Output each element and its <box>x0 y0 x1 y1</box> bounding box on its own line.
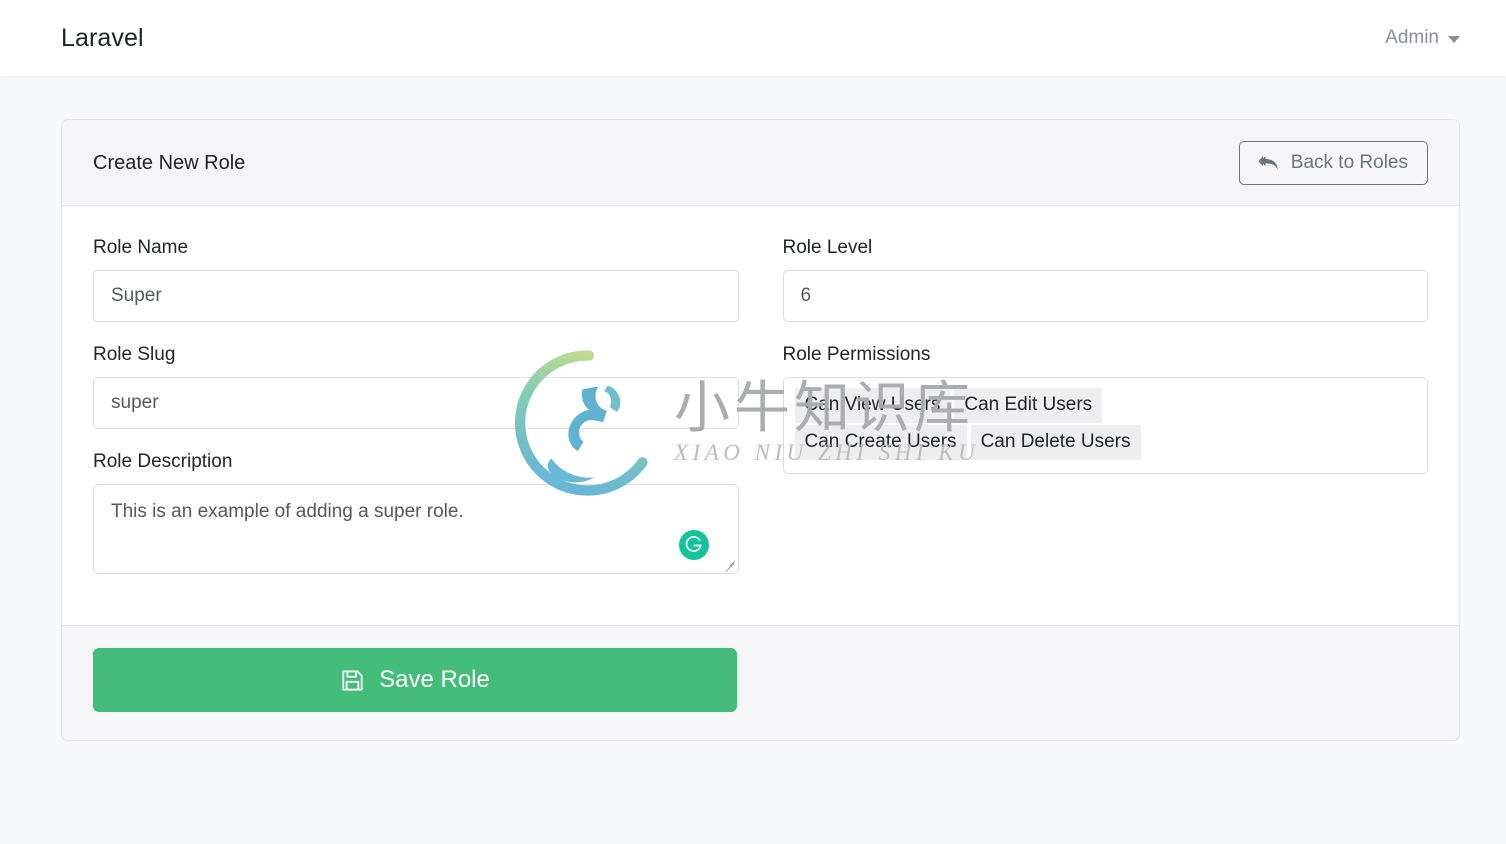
permission-option[interactable]: Can Delete Users <box>970 425 1141 460</box>
field-role-name: Role Name <box>93 237 739 322</box>
card-body: Role Name Role Slug Role Description Thi… <box>62 206 1459 625</box>
role-description-textarea[interactable]: This is an example of adding a super rol… <box>93 484 739 574</box>
permission-option[interactable]: Can View Users <box>794 388 951 423</box>
card-footer: Save Role <box>62 625 1459 740</box>
form-column-right: Role Level Role Permissions Can View Use… <box>761 237 1428 591</box>
reply-all-icon <box>1258 153 1280 172</box>
role-description-label: Role Description <box>93 451 233 472</box>
field-role-level: Role Level <box>782 237 1428 322</box>
permission-option[interactable]: Can Edit Users <box>954 388 1103 423</box>
create-role-card: Create New Role Back to Roles Role Name <box>61 119 1460 741</box>
back-to-roles-button[interactable]: Back to Roles <box>1238 141 1428 185</box>
chevron-down-icon <box>1448 36 1460 43</box>
user-menu-dropdown[interactable]: Admin <box>1385 27 1460 49</box>
user-menu-label: Admin <box>1385 27 1439 48</box>
permission-option[interactable]: Can Create Users <box>794 425 967 460</box>
role-description-wrapper: This is an example of adding a super rol… <box>93 484 739 574</box>
permissions-row-2: Can Create Users Can Delete Users <box>794 425 1417 462</box>
role-name-input[interactable] <box>93 270 739 322</box>
permissions-row-1: Can View Users Can Edit Users <box>794 388 1417 425</box>
save-role-button[interactable]: Save Role <box>93 648 737 712</box>
role-level-input[interactable] <box>782 270 1428 322</box>
floppy-disk-save-icon <box>340 668 365 693</box>
brand-logo-laravel[interactable]: Laravel <box>61 24 144 53</box>
role-name-label: Role Name <box>93 237 189 258</box>
field-role-slug: Role Slug <box>93 344 739 429</box>
field-role-permissions: Role Permissions Can View Users Can Edit… <box>782 344 1428 474</box>
role-slug-input[interactable] <box>93 377 739 429</box>
card-header: Create New Role Back to Roles <box>62 120 1459 206</box>
role-permissions-label: Role Permissions <box>782 344 931 365</box>
back-to-roles-label: Back to Roles <box>1290 152 1408 173</box>
save-role-label: Save Role <box>379 666 490 693</box>
role-slug-label: Role Slug <box>93 344 176 365</box>
page-content: Create New Role Back to Roles Role Name <box>0 76 1506 741</box>
field-role-description: Role Description This is an example of a… <box>93 451 739 574</box>
role-level-label: Role Level <box>782 237 873 258</box>
textarea-resize-handle[interactable] <box>723 558 736 571</box>
grammarly-icon[interactable] <box>678 530 709 560</box>
role-permissions-multiselect[interactable]: Can View Users Can Edit Users Can Create… <box>782 377 1428 474</box>
page-title: Create New Role <box>93 151 246 174</box>
form-column-left: Role Name Role Slug Role Description Thi… <box>93 237 761 591</box>
top-navbar: Laravel Admin <box>0 0 1506 76</box>
